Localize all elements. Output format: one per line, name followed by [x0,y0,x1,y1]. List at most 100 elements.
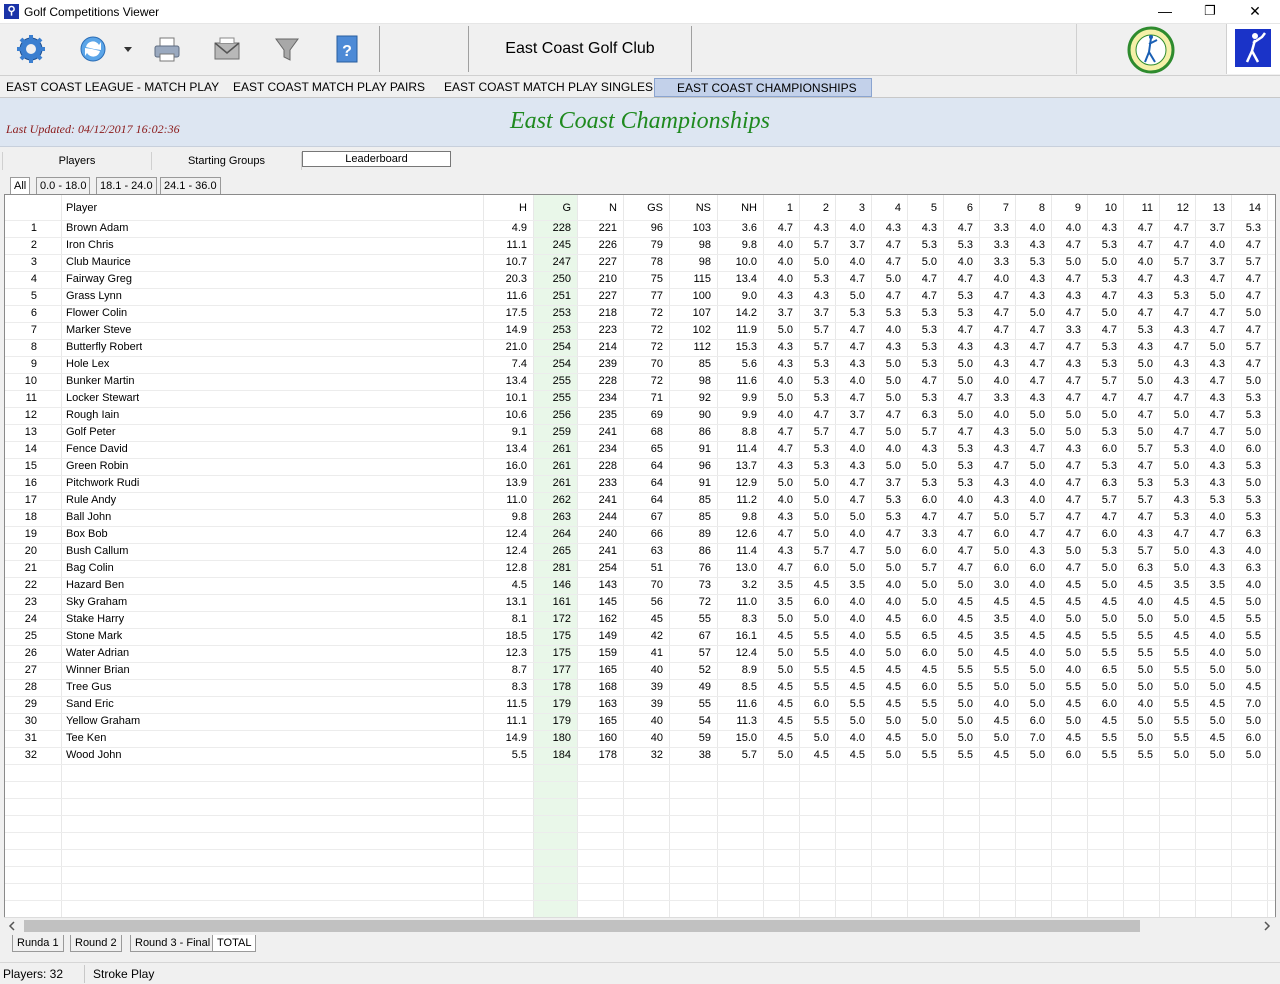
cell-nh: 10.0 [735,256,757,268]
cell-hole-14: 5.0 [1245,749,1261,761]
cell-hole-8: 4.0 [1029,647,1045,659]
restore-button[interactable]: ❐ [1187,0,1233,24]
cell-hole-14: 5.5 [1245,630,1261,642]
cell-n: 160 [598,732,617,744]
filter-tab[interactable]: 18.1 - 24.0 [96,177,157,194]
cell-hole-10: 5.0 [1101,307,1117,319]
cell-hole-8: 6.0 [1029,562,1045,574]
player-name: Sand Eric [66,698,114,710]
cell-hole-5: 6.0 [921,545,937,557]
cell-nh: 3.2 [741,579,757,591]
cell-ns: 91 [698,443,711,455]
competition-title: East Coast Championships [509,108,771,134]
cell-hole-7: 4.7 [993,460,1009,472]
cell-hole-2: 4.7 [813,409,829,421]
cell-hole-4: 5.3 [885,494,901,506]
cell-h: 12.8 [505,562,527,574]
tab-round-1[interactable]: Runda 1 [12,935,64,952]
competition-tab[interactable]: EAST COAST MATCH PLAY SINGLES [438,78,659,97]
leaderboard-grid[interactable]: Player H G N GS NS NH 1 2 3 4 5 6 7 8 9 10 11 12 13 14 1 Brown… [4,194,1276,932]
cell-n: 162 [598,613,617,625]
cell-hole-10: 6.0 [1101,443,1117,455]
scroll-left-icon[interactable] [8,921,16,931]
cell-hole-3: 3.7 [849,409,865,421]
cell-n: 227 [598,290,617,302]
cell-hole-1: 5.0 [777,664,793,676]
scroll-right-icon[interactable] [1263,921,1271,931]
tab-players[interactable]: Players [2,152,152,170]
competition-tab[interactable]: EAST COAST LEAGUE - MATCH PLAY [0,78,225,97]
player-name: Butterfly Robert [66,341,143,353]
cell-hole-2: 5.7 [813,341,829,353]
cell-hole-9: 4.5 [1065,732,1081,744]
row-position: 25 [24,630,37,642]
cell-h: 5.5 [511,749,527,761]
competition-tab-active[interactable]: EAST COAST CHAMPIONSHIPS [654,78,872,97]
cell-hole-12: 5.0 [1173,749,1189,761]
cell-hole-13: 4.3 [1209,358,1225,370]
cell-hole-12: 5.0 [1173,613,1189,625]
settings-icon[interactable] [14,32,48,66]
cell-hole-10: 5.7 [1101,375,1117,387]
tab-round-2[interactable]: Round 2 [70,935,122,952]
cell-ns: 76 [698,562,711,574]
cell-nh: 11.4 [736,443,757,455]
cell-hole-4: 5.0 [885,749,901,761]
horizontal-scrollbar[interactable] [4,917,1276,933]
cell-hole-6: 5.0 [957,579,973,591]
cell-hole-7: 4.5 [993,647,1009,659]
cell-hole-12: 4.7 [1173,307,1189,319]
grid-row-line [5,764,1275,765]
tab-starting-groups[interactable]: Starting Groups [152,152,302,170]
refresh-icon[interactable] [76,32,110,66]
tab-total[interactable]: TOTAL [212,935,257,952]
tab-round-3-final[interactable]: Round 3 - Final [130,935,216,952]
cell-n: 168 [598,681,617,693]
filter-icon[interactable] [270,32,304,66]
column-header-hole-7: 7 [1002,202,1009,214]
cell-hole-7: 4.3 [993,426,1009,438]
cell-hole-6: 5.3 [957,443,973,455]
cell-hole-11: 4.7 [1137,409,1153,421]
filter-tab-all[interactable]: All [10,177,31,194]
title-bar: ⚲ Golf Competitions Viewer — ❐ ✕ [0,0,1280,24]
player-name: Box Bob [66,528,108,540]
cell-hole-2: 5.3 [813,273,829,285]
cell-hole-2: 5.5 [813,664,829,676]
cell-g: 177 [552,664,571,676]
cell-gs: 70 [650,579,663,591]
player-name: Tree Gus [66,681,112,693]
cell-hole-12: 5.0 [1173,562,1189,574]
cell-h: 16.0 [505,460,527,472]
cell-hole-3: 4.7 [849,477,865,489]
tab-leaderboard[interactable]: Leaderboard [302,151,451,167]
print-icon[interactable] [150,32,184,66]
player-name: Fence David [66,443,128,455]
cell-hole-4: 5.3 [885,307,901,319]
cell-hole-12: 4.7 [1173,341,1189,353]
filter-tab[interactable]: 24.1 - 36.0 [160,177,221,194]
cell-hole-3: 3.7 [849,239,865,251]
cell-hole-14: 5.3 [1245,409,1261,421]
email-icon[interactable] [210,32,244,66]
row-position: 20 [24,545,37,557]
cell-hole-3: 4.0 [849,630,865,642]
cell-hole-3: 4.3 [849,460,865,472]
cell-nh: 13.0 [735,562,757,574]
cell-hole-12: 5.0 [1173,409,1189,421]
filter-tab[interactable]: 0.0 - 18.0 [36,177,91,194]
scrollbar-thumb[interactable] [24,920,1140,932]
cell-hole-11: 5.3 [1137,324,1153,336]
competition-tab[interactable]: EAST COAST MATCH PLAY PAIRS [227,78,431,97]
cell-hole-10: 5.7 [1101,494,1117,506]
player-name: Stake Harry [66,613,125,625]
help-icon[interactable]: ? [330,32,364,66]
cell-hole-13: 4.5 [1209,596,1225,608]
cell-hole-11: 5.0 [1137,613,1153,625]
minimize-button[interactable]: — [1142,0,1188,24]
dropdown-arrow-icon[interactable] [118,32,138,66]
close-button[interactable]: ✕ [1232,0,1278,24]
cell-gs: 63 [650,545,663,557]
cell-hole-13: 4.7 [1209,375,1225,387]
cell-h: 13.4 [505,375,527,387]
